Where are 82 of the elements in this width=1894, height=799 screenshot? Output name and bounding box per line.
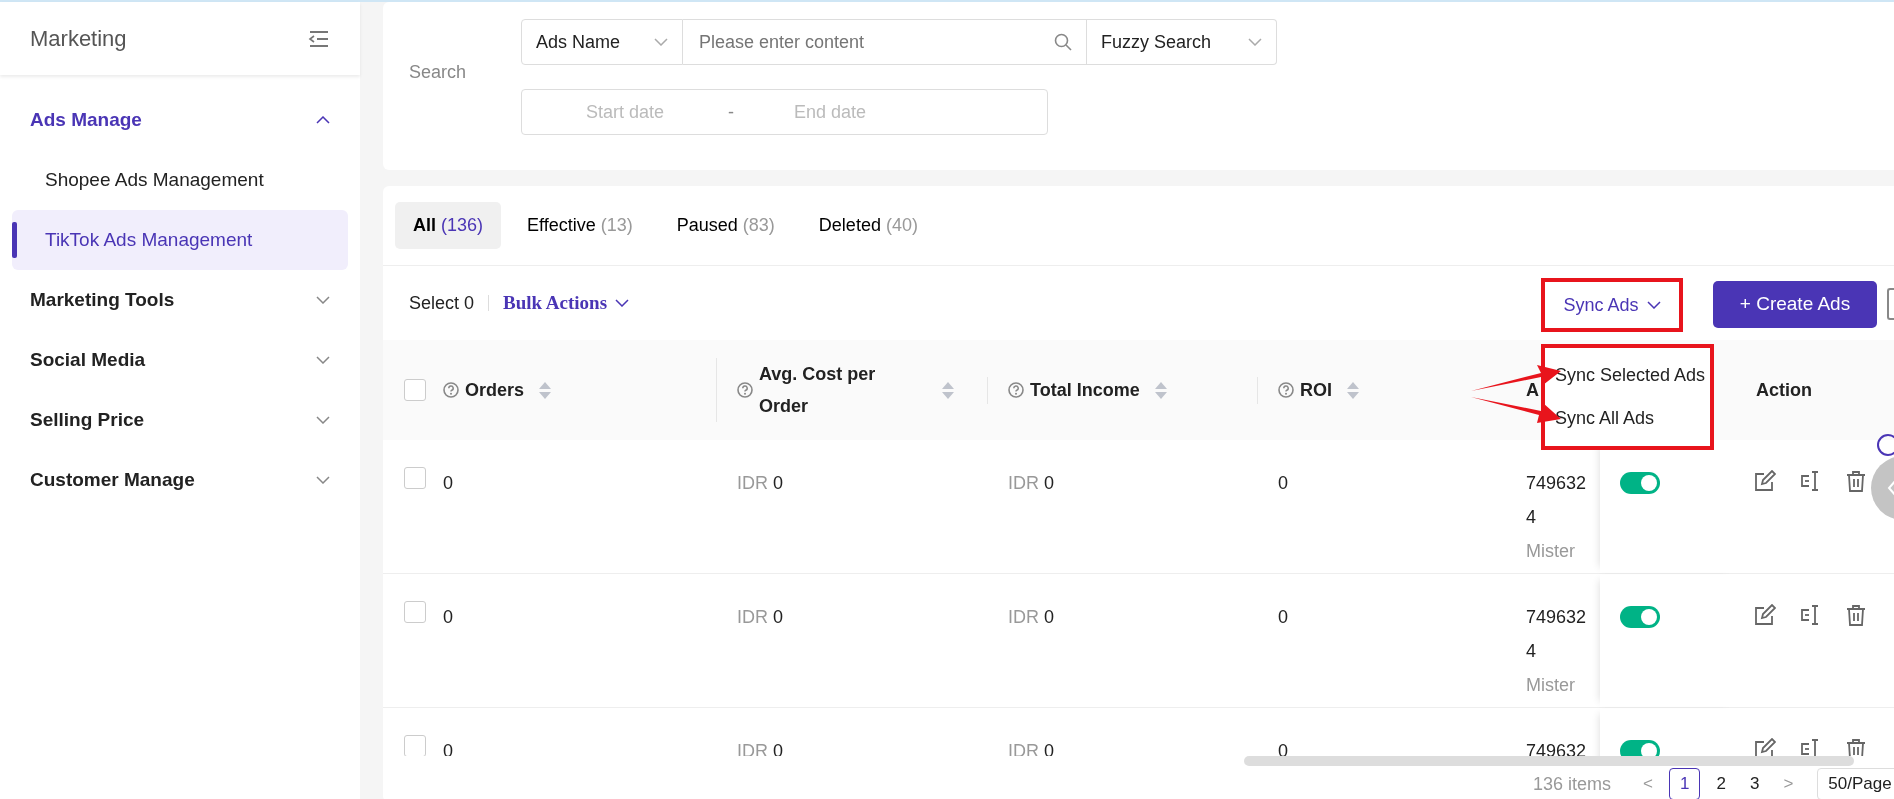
items-count: 136 items bbox=[1533, 772, 1612, 796]
toggle-switch[interactable] bbox=[1620, 740, 1660, 756]
sync-ads-dropdown[interactable]: Sync Ads bbox=[1563, 291, 1661, 319]
chevron-down-icon bbox=[1646, 301, 1661, 309]
chevron-down-icon bbox=[316, 416, 330, 424]
sidebar-item[interactable]: TikTok Ads Management bbox=[12, 210, 348, 270]
help-icon bbox=[443, 382, 459, 398]
sidebar-group[interactable]: Marketing Tools bbox=[0, 270, 360, 330]
toggle-switch[interactable] bbox=[1620, 606, 1660, 628]
column-header: A bbox=[1526, 378, 1539, 402]
chevron-down-icon bbox=[316, 356, 330, 364]
circle-icon bbox=[1877, 434, 1894, 456]
sidebar-group[interactable]: Selling Price bbox=[0, 390, 360, 450]
row-checkbox[interactable] bbox=[404, 735, 426, 756]
edit-icon[interactable] bbox=[1754, 738, 1776, 756]
sort-icon[interactable] bbox=[1346, 381, 1360, 399]
sidebar-title: Marketing bbox=[30, 25, 127, 53]
help-icon bbox=[1008, 382, 1024, 398]
column-header: Total Income bbox=[1030, 378, 1140, 402]
sidebar-group[interactable]: Social Media bbox=[0, 330, 360, 390]
table-cell: IDR 0 bbox=[737, 607, 783, 627]
sort-icon[interactable] bbox=[941, 381, 955, 399]
chevron-down-icon bbox=[615, 299, 630, 307]
create-ads-button[interactable]: + Create Ads bbox=[1713, 281, 1877, 328]
table-cell: 0 bbox=[443, 473, 453, 493]
toggle-switch[interactable] bbox=[1620, 472, 1660, 494]
collapse-menu-icon[interactable] bbox=[308, 29, 330, 48]
page-button[interactable]: 1 bbox=[1669, 768, 1701, 799]
table-cell: 0 bbox=[443, 607, 453, 627]
table-cell-text: 749632 bbox=[1526, 606, 1588, 629]
page-button[interactable]: 3 bbox=[1741, 771, 1768, 797]
column-header: ROI bbox=[1300, 378, 1332, 402]
match-mode-dropdown[interactable]: Fuzzy Search bbox=[1087, 19, 1277, 65]
trash-icon[interactable] bbox=[1846, 604, 1866, 626]
chevron-down-icon bbox=[316, 296, 330, 304]
table-cell: IDR 0 bbox=[737, 473, 783, 493]
column-header: Avg. Cost per Order bbox=[759, 363, 877, 418]
sort-icon[interactable] bbox=[1153, 381, 1168, 399]
page-size-dropdown[interactable]: 50/Page bbox=[1817, 768, 1894, 799]
status-tab[interactable]: Effective (13) bbox=[509, 202, 651, 249]
chevron-down-icon bbox=[654, 38, 668, 46]
sort-icon[interactable] bbox=[538, 381, 553, 399]
table-cell-text: Mister bbox=[1526, 674, 1576, 697]
page-button[interactable]: 2 bbox=[1708, 771, 1734, 797]
table-cell-text: 749632 bbox=[1526, 472, 1588, 495]
status-tab[interactable]: Paused (83) bbox=[658, 202, 793, 249]
table-cell: 0 bbox=[1278, 607, 1288, 627]
trash-icon[interactable] bbox=[1846, 738, 1866, 756]
table-cell: IDR 0 bbox=[1008, 607, 1054, 627]
table-cell-text: Mister bbox=[1526, 540, 1576, 563]
search-box[interactable]: Please enter content bbox=[683, 19, 1087, 65]
sidebar-group[interactable]: Customer Manage bbox=[0, 450, 360, 510]
search-label: Search bbox=[409, 61, 468, 84]
help-icon bbox=[737, 382, 753, 398]
chevron-down-icon bbox=[316, 476, 330, 484]
edit-icon[interactable] bbox=[1754, 470, 1776, 492]
chevron-up-icon bbox=[316, 116, 330, 124]
sidebar-item[interactable]: Shopee Ads Management bbox=[12, 150, 348, 210]
table-cell: IDR 0 bbox=[1008, 473, 1054, 493]
row-checkbox[interactable] bbox=[404, 601, 426, 623]
sidebar-group[interactable]: Ads Manage bbox=[0, 90, 360, 150]
search-icon bbox=[1054, 33, 1072, 51]
table-cell: 0 bbox=[1278, 473, 1288, 493]
column-header: Action bbox=[1755, 378, 1813, 402]
chevron-down-icon bbox=[1248, 38, 1262, 46]
menu-item[interactable]: Sync All Ads bbox=[1545, 397, 1710, 440]
table-cell-text: 4 bbox=[1526, 640, 1537, 663]
date-range-field[interactable]: Start date - End date bbox=[521, 89, 1048, 135]
menu-item[interactable]: Sync Selected Ads bbox=[1545, 354, 1710, 397]
trash-icon[interactable] bbox=[1846, 470, 1866, 492]
selection-count: Select 0 bbox=[409, 291, 475, 315]
column-header: Orders bbox=[465, 378, 525, 402]
select-all-checkbox[interactable] bbox=[404, 379, 426, 401]
field-type-dropdown[interactable]: Ads Name bbox=[521, 19, 683, 65]
bulk-actions-dropdown[interactable]: Bulk Actions bbox=[503, 288, 630, 318]
table-cell-text: 4 bbox=[1526, 506, 1537, 529]
status-tab[interactable]: Deleted (40) bbox=[800, 202, 936, 249]
status-tab[interactable]: All (136) bbox=[395, 202, 502, 249]
help-icon bbox=[1278, 382, 1294, 398]
row-checkbox[interactable] bbox=[404, 467, 426, 489]
scrollbar[interactable] bbox=[1244, 756, 1854, 766]
edit-icon[interactable] bbox=[1754, 604, 1776, 626]
